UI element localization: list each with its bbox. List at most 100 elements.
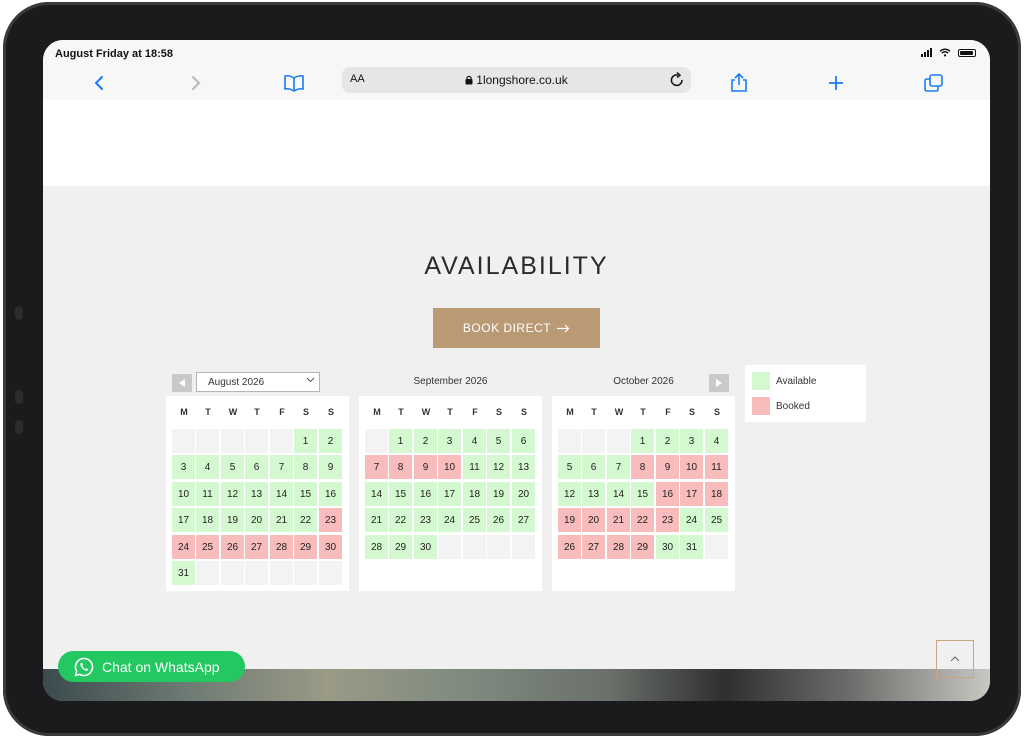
day-cell-available[interactable]: 1 [294,429,317,453]
day-cell-available[interactable]: 15 [294,482,317,506]
day-cell-available[interactable]: 23 [414,508,437,532]
day-cell-available[interactable]: 22 [294,508,317,532]
month-select[interactable]: August 2026 [196,372,320,392]
day-cell-available[interactable]: 31 [172,561,195,585]
day-cell-booked[interactable]: 21 [607,508,630,532]
day-cell-booked[interactable]: 19 [558,508,581,532]
day-cell-available[interactable]: 16 [414,482,437,506]
day-cell-available[interactable]: 14 [270,482,293,506]
day-cell-booked[interactable]: 10 [438,455,461,479]
day-cell-booked[interactable]: 18 [705,482,728,506]
day-cell-booked[interactable]: 29 [294,535,317,559]
day-cell-booked[interactable]: 20 [582,508,605,532]
day-cell-booked[interactable]: 23 [319,508,342,532]
day-cell-available[interactable]: 27 [512,508,535,532]
day-cell-available[interactable]: 3 [438,429,461,453]
day-cell-available[interactable]: 6 [245,455,268,479]
day-cell-available[interactable]: 29 [389,535,412,559]
day-cell-available[interactable]: 24 [438,508,461,532]
day-cell-available[interactable]: 10 [172,482,195,506]
day-cell-available[interactable]: 2 [414,429,437,453]
day-cell-available[interactable]: 4 [196,455,219,479]
day-cell-available[interactable]: 3 [680,429,703,453]
day-cell-booked[interactable]: 9 [414,455,437,479]
day-cell-booked[interactable]: 29 [631,535,654,559]
day-cell-booked[interactable]: 26 [221,535,244,559]
day-cell-available[interactable]: 3 [172,455,195,479]
day-cell-available[interactable]: 1 [389,429,412,453]
day-cell-booked[interactable]: 11 [705,455,728,479]
day-cell-available[interactable]: 20 [512,482,535,506]
day-cell-available[interactable]: 21 [270,508,293,532]
book-direct-button[interactable]: BOOK DIRECT [433,308,600,348]
day-cell-available[interactable]: 17 [172,508,195,532]
day-cell-available[interactable]: 4 [705,429,728,453]
day-cell-available[interactable]: 21 [365,508,388,532]
url-display[interactable]: 1longshore.co.uk [342,73,691,87]
day-cell-booked[interactable]: 8 [631,455,654,479]
day-cell-available[interactable]: 5 [558,455,581,479]
day-cell-available[interactable]: 15 [631,482,654,506]
address-bar[interactable]: AA 1longshore.co.uk [342,67,691,93]
day-cell-booked[interactable]: 27 [582,535,605,559]
forward-icon[interactable] [183,70,209,96]
prev-month-button[interactable] [172,374,192,392]
day-cell-available[interactable]: 31 [680,535,703,559]
day-cell-available[interactable]: 7 [607,455,630,479]
day-cell-available[interactable]: 6 [512,429,535,453]
day-cell-available[interactable]: 12 [221,482,244,506]
day-cell-available[interactable]: 25 [463,508,486,532]
tabs-icon[interactable] [921,70,947,96]
day-cell-available[interactable]: 11 [463,455,486,479]
day-cell-available[interactable]: 13 [582,482,605,506]
day-cell-booked[interactable]: 7 [365,455,388,479]
day-cell-available[interactable]: 18 [463,482,486,506]
day-cell-available[interactable]: 17 [438,482,461,506]
day-cell-booked[interactable]: 8 [389,455,412,479]
day-cell-booked[interactable]: 23 [656,508,679,532]
day-cell-available[interactable]: 8 [294,455,317,479]
day-cell-available[interactable]: 15 [389,482,412,506]
new-tab-icon[interactable] [823,70,849,96]
day-cell-booked[interactable]: 10 [680,455,703,479]
next-month-button[interactable] [709,374,729,392]
bookmarks-icon[interactable] [281,70,307,96]
day-cell-booked[interactable]: 16 [656,482,679,506]
day-cell-available[interactable]: 28 [365,535,388,559]
day-cell-available[interactable]: 18 [196,508,219,532]
day-cell-booked[interactable]: 25 [196,535,219,559]
day-cell-available[interactable]: 2 [319,429,342,453]
day-cell-booked[interactable]: 17 [680,482,703,506]
day-cell-available[interactable]: 30 [656,535,679,559]
day-cell-available[interactable]: 12 [558,482,581,506]
day-cell-available[interactable]: 5 [221,455,244,479]
day-cell-booked[interactable]: 27 [245,535,268,559]
day-cell-booked[interactable]: 24 [172,535,195,559]
day-cell-booked[interactable]: 30 [319,535,342,559]
day-cell-available[interactable]: 14 [607,482,630,506]
day-cell-available[interactable]: 13 [512,455,535,479]
day-cell-available[interactable]: 11 [196,482,219,506]
day-cell-available[interactable]: 30 [414,535,437,559]
day-cell-booked[interactable]: 26 [558,535,581,559]
day-cell-available[interactable]: 19 [487,482,510,506]
day-cell-available[interactable]: 12 [487,455,510,479]
day-cell-booked[interactable]: 28 [270,535,293,559]
day-cell-available[interactable]: 4 [463,429,486,453]
share-icon[interactable] [726,70,752,96]
scroll-to-top-button[interactable] [936,640,974,678]
reload-icon[interactable] [669,71,685,89]
day-cell-booked[interactable]: 9 [656,455,679,479]
day-cell-booked[interactable]: 22 [631,508,654,532]
back-icon[interactable] [86,70,112,96]
day-cell-available[interactable]: 19 [221,508,244,532]
day-cell-available[interactable]: 5 [487,429,510,453]
whatsapp-chat-button[interactable]: Chat on WhatsApp [58,651,245,682]
day-cell-available[interactable]: 7 [270,455,293,479]
day-cell-available[interactable]: 13 [245,482,268,506]
day-cell-available[interactable]: 25 [705,508,728,532]
day-cell-available[interactable]: 14 [365,482,388,506]
day-cell-available[interactable]: 26 [487,508,510,532]
day-cell-booked[interactable]: 28 [607,535,630,559]
day-cell-available[interactable]: 16 [319,482,342,506]
